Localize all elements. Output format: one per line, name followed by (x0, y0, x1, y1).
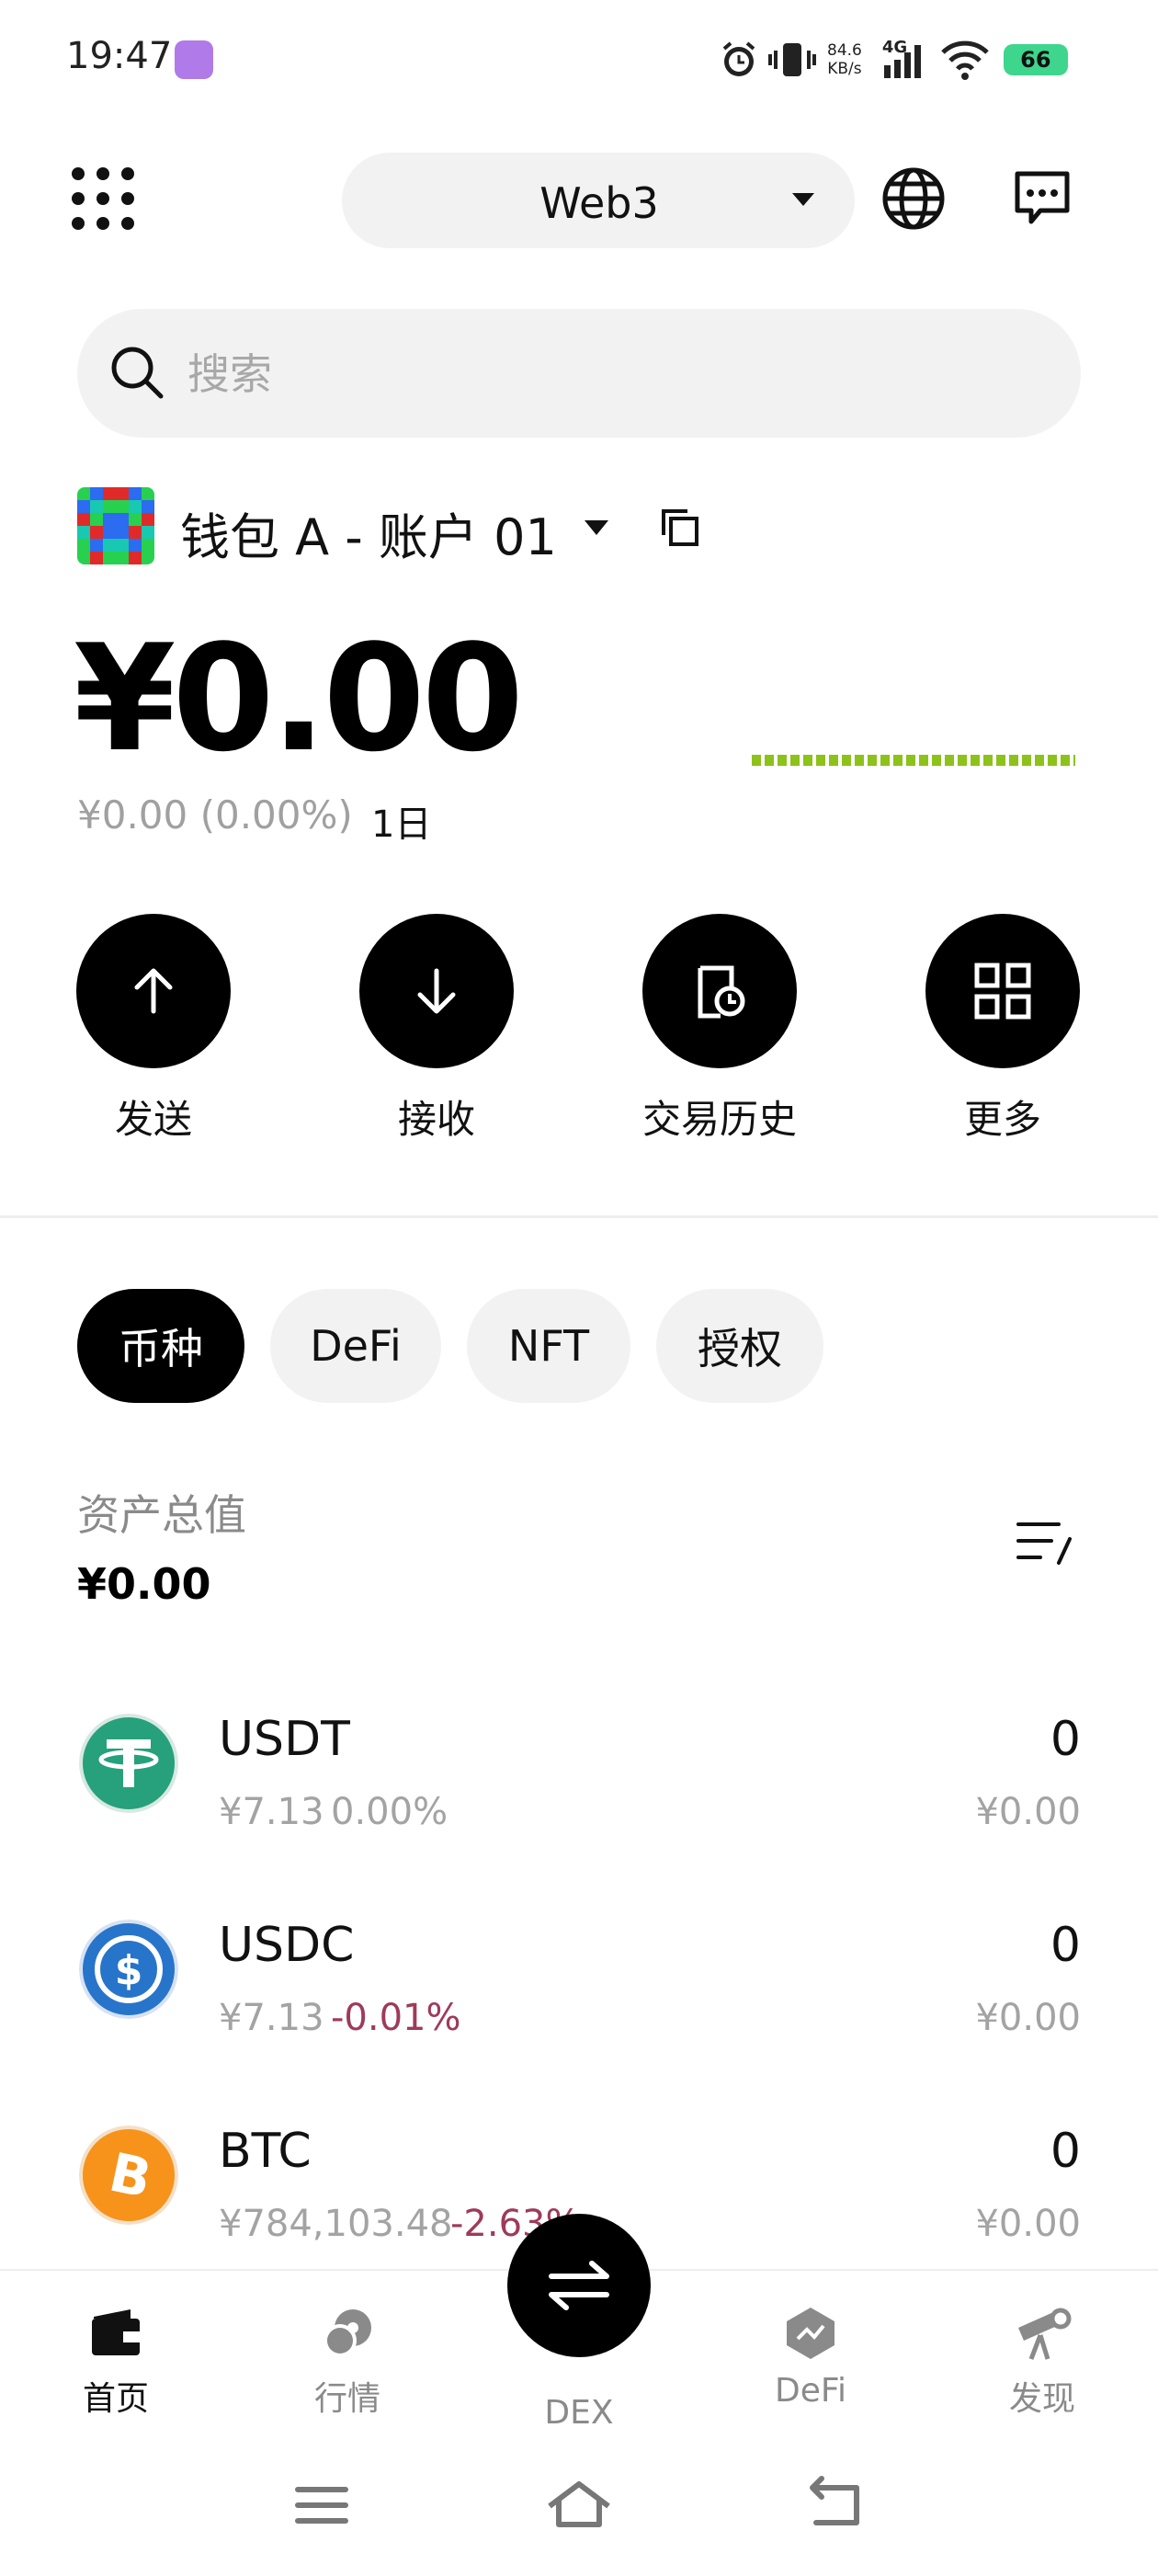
section-divider (0, 1215, 1158, 1218)
asset-quantity: 0 (1050, 2124, 1081, 2179)
nav-defi[interactable]: DeFi (728, 2304, 893, 2410)
discover-icon (1018, 2308, 1072, 2360)
asset-price: ¥7.13 (219, 1997, 324, 2039)
asset-row-usdc[interactable]: $ USDC ¥7.13 -0.01% 0 ¥0.00 (0, 1901, 1158, 2103)
battery-level: 66 (1020, 47, 1051, 73)
nav-label: 行情 (313, 2380, 380, 2418)
asset-change: 0.00% (331, 1791, 448, 1833)
total-balance: ¥0.00 (74, 612, 524, 784)
asset-symbol: BTC (219, 2124, 312, 2179)
svg-text:$: $ (115, 1947, 143, 1994)
dex-button[interactable] (507, 2214, 651, 2357)
market-icon (324, 2309, 371, 2357)
message-icon[interactable] (1013, 169, 1072, 228)
history-label: 交易历史 (641, 1097, 797, 1142)
nav-label: DEX (544, 2394, 614, 2432)
history-button[interactable]: 交易历史 (641, 914, 798, 1145)
search-icon (111, 347, 164, 399)
nav-home[interactable]: 首页 (33, 2304, 199, 2420)
asset-value: ¥0.00 (975, 1791, 1081, 1833)
more-label: 更多 (963, 1097, 1041, 1142)
wifi-icon (941, 40, 989, 80)
caret-down-icon[interactable] (585, 520, 608, 535)
balance-change: ¥0.00 (0.00%) (77, 792, 353, 838)
alarm-icon (722, 41, 755, 76)
globe-icon[interactable] (880, 165, 947, 232)
sort-icon[interactable] (1015, 1519, 1073, 1567)
nav-label: 发现 (1008, 2380, 1075, 2418)
net-speed-unit: KB/s (827, 60, 862, 78)
apps-menu-button[interactable] (72, 167, 136, 232)
tab-tokens[interactable]: 币种 (77, 1289, 244, 1403)
nav-market[interactable]: 行情 (265, 2304, 430, 2420)
net-speed-value: 84.6 (827, 41, 862, 60)
more-button[interactable]: 更多 (925, 914, 1081, 1145)
asset-price: ¥784,103.48 (219, 2203, 453, 2245)
balance-sparkline (752, 755, 1075, 766)
tab-approvals[interactable]: 授权 (656, 1289, 823, 1403)
swap-icon (549, 2261, 609, 2310)
asset-row-usdt[interactable]: USDT ¥7.13 0.00% 0 ¥0.00 (0, 1695, 1158, 1898)
asset-value: ¥0.00 (975, 2203, 1081, 2245)
network-selector[interactable]: Web3 (342, 153, 855, 248)
status-icons: 84.6 KB/s 4G 66 (717, 37, 1068, 83)
tab-defi[interactable]: DeFi (270, 1289, 441, 1403)
net-speed: 84.6 KB/s (827, 41, 862, 78)
search-bar[interactable] (77, 309, 1081, 438)
receive-label: 接收 (397, 1097, 475, 1142)
btc-icon: B (79, 2126, 178, 2225)
receive-button[interactable]: 接收 (358, 914, 515, 1145)
asset-symbol: USDC (219, 1918, 355, 1973)
signal-icon (883, 45, 921, 78)
status-time: 19:47 (66, 35, 173, 77)
home-icon[interactable] (542, 2473, 616, 2537)
arrow-down-icon (359, 914, 514, 1068)
search-input[interactable] (186, 336, 1016, 412)
app-notification-icon (175, 40, 213, 79)
tab-nft[interactable]: NFT (467, 1289, 630, 1403)
asset-value: ¥0.00 (975, 1997, 1081, 2039)
arrow-up-icon (76, 914, 231, 1068)
period-selector[interactable]: 1日 (371, 794, 431, 848)
nav-label: 首页 (82, 2380, 149, 2418)
copy-icon[interactable] (660, 507, 700, 548)
wallet-name[interactable]: 钱包 A - 账户 01 (180, 496, 557, 569)
wallet-icon (92, 2309, 140, 2355)
history-icon (642, 914, 797, 1068)
send-label: 发送 (114, 1097, 192, 1142)
asset-symbol: USDT (219, 1712, 350, 1767)
grid-icon (925, 914, 1080, 1068)
asset-quantity: 0 (1050, 1712, 1081, 1767)
battery: 66 (1003, 44, 1068, 75)
send-button[interactable]: 发送 (75, 914, 232, 1145)
nav-discover[interactable]: 发现 (959, 2304, 1125, 2420)
usdt-icon (79, 1714, 178, 1813)
asset-quantity: 0 (1050, 1918, 1081, 1973)
vibrate-icon (768, 43, 816, 76)
total-assets-label: 资产总值 (77, 1490, 246, 1540)
recent-apps-icon[interactable] (285, 2473, 358, 2537)
back-icon[interactable] (800, 2473, 873, 2537)
defi-icon (787, 2308, 834, 2359)
signal: 4G (880, 38, 930, 82)
nav-dex-label-wrap[interactable]: DEX (496, 2388, 662, 2432)
wallet-avatar[interactable] (77, 487, 154, 564)
network-selector-label: Web3 (539, 178, 659, 228)
total-assets-value: ¥0.00 (77, 1559, 211, 1609)
asset-price: ¥7.13 (219, 1791, 324, 1833)
nav-label: DeFi (775, 2372, 846, 2410)
usdc-icon: $ (79, 1920, 178, 2019)
asset-change: -0.01% (331, 1997, 461, 2039)
caret-down-icon (792, 193, 814, 206)
